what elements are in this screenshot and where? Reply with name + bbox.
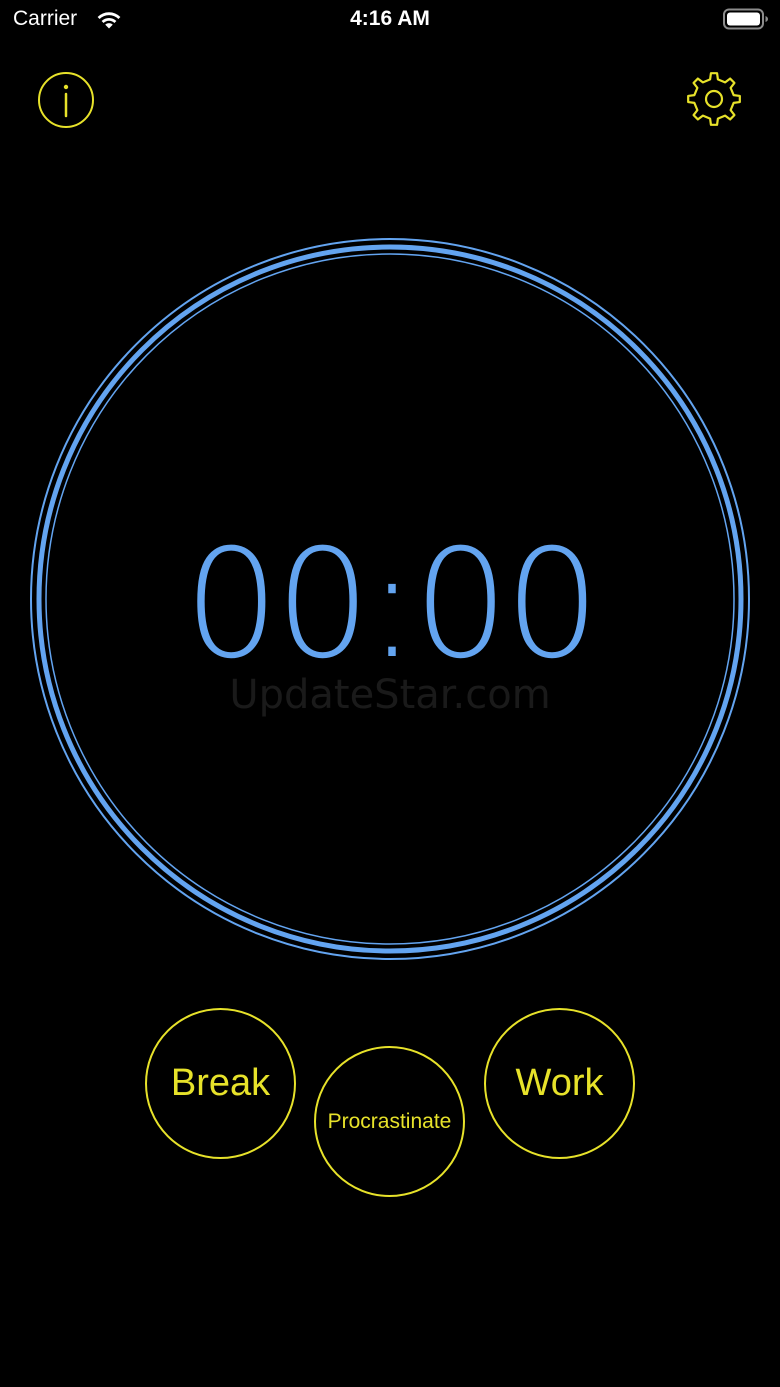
work-button[interactable]: Work <box>484 1008 635 1159</box>
status-bar: Carrier 4:16 AM <box>0 0 780 40</box>
procrastinate-button[interactable]: Procrastinate <box>314 1046 465 1197</box>
timer-display: 00:00 <box>183 518 600 692</box>
break-button[interactable]: Break <box>145 1008 296 1159</box>
info-icon <box>38 72 94 128</box>
break-button-label: Break <box>170 1062 271 1104</box>
settings-button[interactable] <box>684 69 744 129</box>
info-button[interactable] <box>37 71 95 129</box>
work-button-label: Work <box>515 1062 604 1104</box>
battery-icon <box>723 8 768 30</box>
status-time: 4:16 AM <box>350 7 430 30</box>
procrastinate-button-label: Procrastinate <box>327 1109 452 1133</box>
watermark-text: UpdateStar.com <box>229 672 551 718</box>
gear-icon <box>687 72 741 126</box>
